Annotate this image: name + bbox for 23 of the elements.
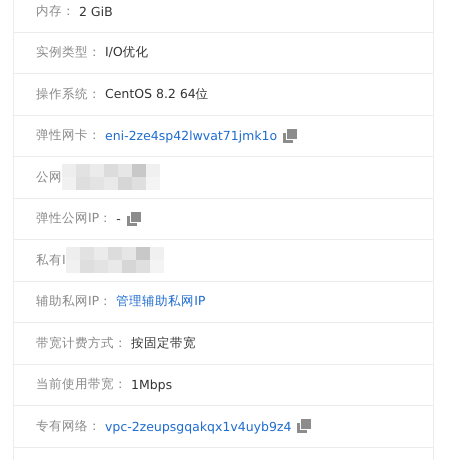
field-value: 2 GiB bbox=[79, 4, 113, 19]
field-value: - bbox=[116, 211, 121, 226]
value-link[interactable]: vpc-2zeupsgqakqx1v4uyb9z4 bbox=[105, 418, 292, 434]
field-label: 私有I bbox=[36, 252, 66, 269]
field-label: 当前使用带宽： bbox=[36, 376, 127, 394]
value-link[interactable]: eni-2ze4sp42lwvat71jmk1o bbox=[105, 128, 278, 144]
copy-icon[interactable] bbox=[297, 419, 312, 434]
value-link[interactable]: 管理辅助私网IP bbox=[116, 293, 206, 310]
copy-icon[interactable] bbox=[283, 128, 298, 143]
field-label: 公网 bbox=[36, 168, 62, 186]
field-value: CentOS 8.2 64位 bbox=[105, 86, 209, 103]
field-label: 弹性公网IP： bbox=[36, 210, 112, 228]
field-value: I/O优化 bbox=[105, 44, 149, 62]
field-label: 实例类型： bbox=[36, 44, 101, 62]
field-label: 带宽计费方式： bbox=[36, 334, 127, 352]
field-value: 1Mbps bbox=[131, 377, 172, 392]
field-label: 辅助私网IP： bbox=[36, 293, 112, 310]
field-value: 按固定带宽 bbox=[131, 334, 196, 352]
copy-icon[interactable] bbox=[126, 212, 141, 226]
field-label: 弹性网卡： bbox=[36, 127, 101, 144]
field-label: 操作系统： bbox=[36, 86, 101, 103]
field-label: 内存： bbox=[36, 2, 75, 20]
field-label: 专有网络： bbox=[36, 418, 101, 435]
